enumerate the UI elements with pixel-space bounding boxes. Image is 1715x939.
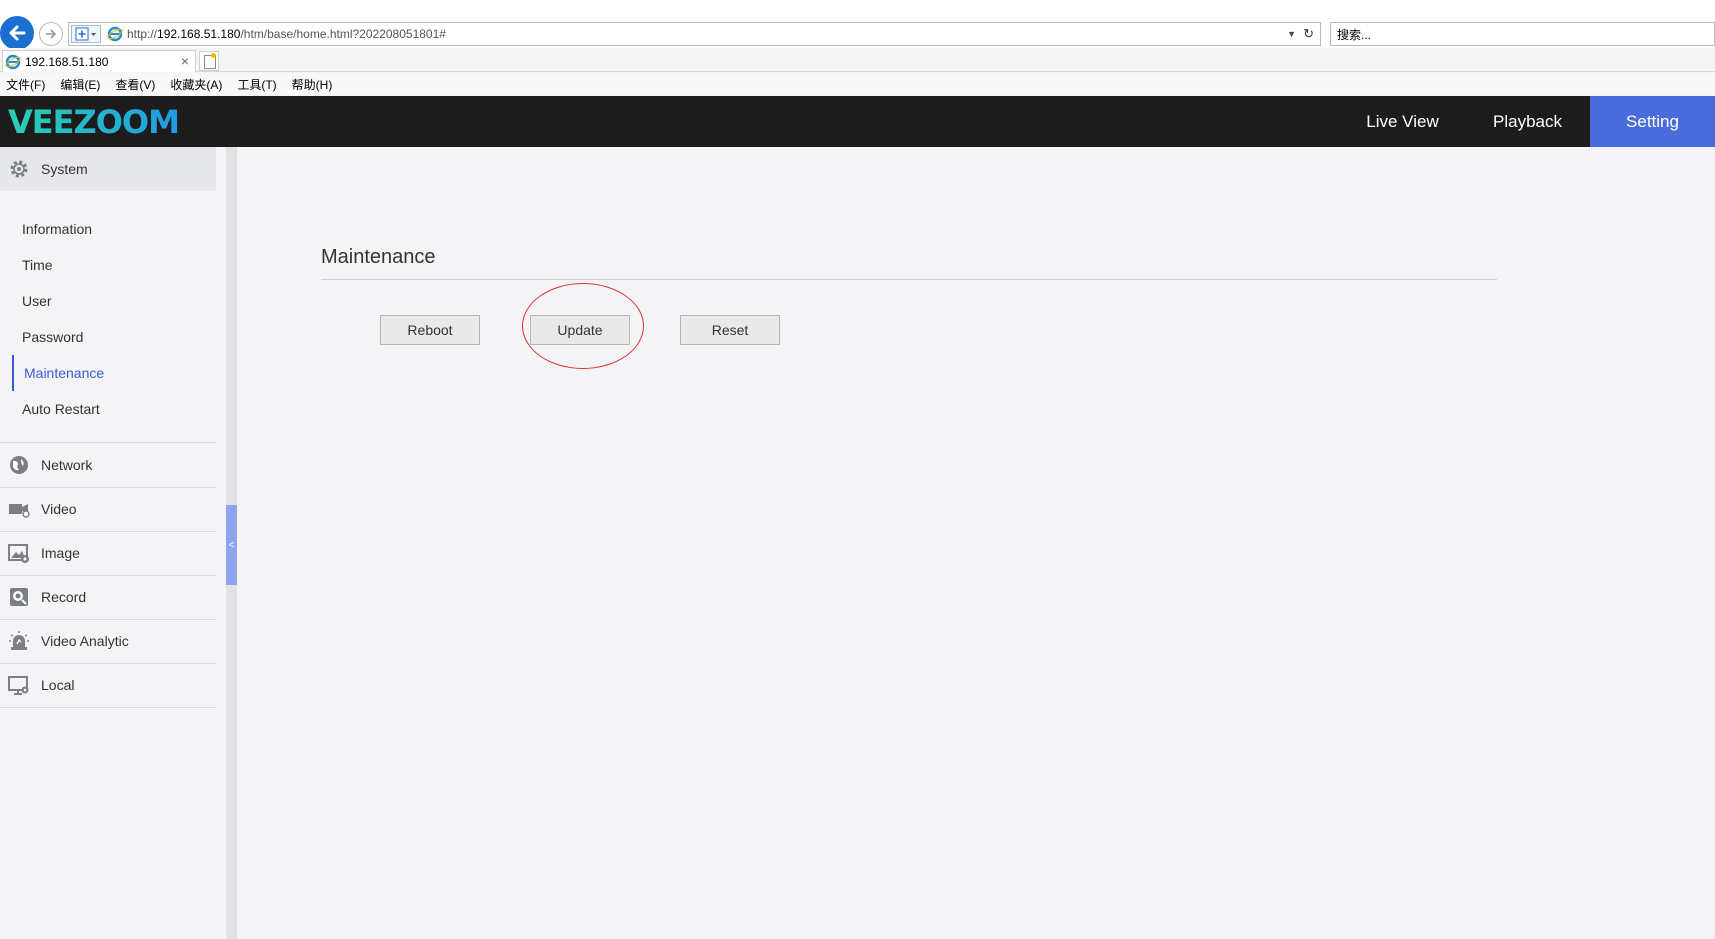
menu-edit[interactable]: 编辑(E) [60, 76, 100, 93]
menu-favorites[interactable]: 收藏夹(A) [170, 76, 222, 93]
address-bar[interactable]: http://192.168.51.180/htm/base/home.html… [68, 22, 1321, 46]
divider [0, 707, 216, 708]
collapse-sidebar-button[interactable]: < [226, 505, 237, 585]
menu-help[interactable]: 帮助(H) [292, 76, 333, 93]
back-arrow-icon [9, 25, 26, 41]
menu-tools[interactable]: 工具(T) [237, 76, 276, 93]
sidebar-section-label: Record [41, 589, 87, 605]
app-header: VEEZOOM Live View Playback Setting [0, 96, 1715, 147]
nav-live-view[interactable]: Live View [1340, 96, 1465, 147]
title-divider [321, 279, 1497, 280]
tab-title: 192.168.51.180 [25, 55, 109, 69]
ie-tab-icon [5, 54, 21, 70]
page-action-button[interactable] [71, 25, 101, 43]
monitor-icon [8, 676, 29, 695]
svg-text:VEEZOOM: VEEZOOM [8, 104, 179, 138]
url-text: http://192.168.51.180/htm/base/home.html… [127, 27, 446, 41]
sidebar-section-label: Video Analytic [41, 633, 129, 649]
gear-icon [10, 160, 28, 178]
image-settings-icon [8, 544, 29, 563]
browser-tab[interactable]: 192.168.51.180 × [2, 50, 196, 72]
nav-playback[interactable]: Playback [1465, 96, 1590, 147]
sidebar: System Information Time User Password Ma… [0, 147, 216, 939]
menu-file[interactable]: 文件(F) [6, 76, 45, 93]
sidebar-section-video-analytic[interactable]: Video Analytic [0, 619, 216, 663]
reset-button[interactable]: Reset [680, 315, 780, 345]
back-button[interactable] [0, 16, 34, 50]
sidebar-section-label: Local [41, 677, 75, 693]
highlight-circle-annotation [522, 283, 644, 369]
reboot-button[interactable]: Reboot [380, 315, 480, 345]
sidebar-item-information[interactable]: Information [22, 221, 92, 237]
plus-icon [75, 27, 96, 41]
refresh-icon[interactable]: ↻ [1303, 26, 1314, 42]
sidebar-item-user[interactable]: User [22, 293, 52, 309]
globe-icon [10, 456, 28, 474]
sidebar-section-label: Network [41, 457, 93, 473]
sidebar-section-label: System [41, 161, 88, 177]
sidebar-item-password[interactable]: Password [22, 329, 83, 345]
sidebar-item-maintenance[interactable]: Maintenance [24, 365, 104, 381]
menu-view[interactable]: 查看(V) [115, 76, 155, 93]
record-icon [10, 588, 28, 606]
alarm-light-icon [9, 631, 29, 650]
sidebar-section-record[interactable]: Record [0, 575, 216, 619]
browser-toolbar: http://192.168.51.180/htm/base/home.html… [0, 0, 1715, 50]
sidebar-item-auto-restart[interactable]: Auto Restart [22, 401, 100, 417]
search-input[interactable]: 搜索... [1330, 22, 1715, 46]
sidebar-section-system[interactable]: System [0, 147, 216, 191]
ie-page-icon [107, 26, 123, 42]
forward-button[interactable] [39, 22, 63, 46]
close-tab-icon[interactable]: × [181, 53, 189, 69]
veezoom-logo: VEEZOOM [8, 104, 180, 138]
sidebar-section-label: Image [41, 545, 80, 561]
sidebar-item-time[interactable]: Time [22, 257, 53, 273]
nav-setting[interactable]: Setting [1590, 96, 1715, 147]
page-title: Maintenance [321, 246, 436, 268]
menu-bar: 文件(F) 编辑(E) 查看(V) 收藏夹(A) 工具(T) 帮助(H) [0, 73, 1715, 95]
sidebar-section-image[interactable]: Image [0, 531, 216, 575]
video-camera-icon [9, 504, 30, 518]
tab-strip: 192.168.51.180 × [0, 48, 1715, 72]
top-nav: Live View Playback Setting [1340, 96, 1715, 147]
sidebar-section-video[interactable]: Video [0, 487, 216, 531]
active-indicator [12, 355, 14, 391]
sidebar-section-local[interactable]: Local [0, 663, 216, 707]
dropdown-arrow-icon[interactable]: ▼ [1287, 26, 1296, 42]
new-tab-button[interactable] [199, 51, 219, 71]
sidebar-section-network[interactable]: Network [0, 443, 216, 487]
sidebar-section-label: Video [41, 501, 77, 517]
forward-arrow-icon [46, 29, 57, 39]
